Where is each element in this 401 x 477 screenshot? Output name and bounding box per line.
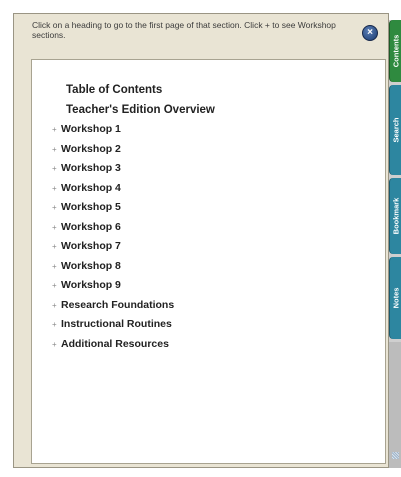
toc-item-additional-resources[interactable]: + Additional Resources	[52, 335, 215, 355]
toc-item-label[interactable]: Additional Resources	[61, 338, 169, 350]
toc-item-label[interactable]: Workshop 4	[61, 182, 121, 194]
toc-item-workshop-3[interactable]: + Workshop 3	[52, 159, 215, 179]
toc-item-label[interactable]: Workshop 3	[61, 162, 121, 174]
expand-plus-icon[interactable]: +	[52, 159, 61, 179]
toc-item-research-foundations[interactable]: + Research Foundations	[52, 296, 215, 316]
expand-plus-icon[interactable]: +	[52, 257, 61, 277]
expand-plus-icon[interactable]: +	[52, 140, 61, 160]
toc-item-workshop-9[interactable]: + Workshop 9	[52, 276, 215, 296]
expand-plus-icon[interactable]: +	[52, 237, 61, 257]
toc-list: Table of Contents Teacher's Edition Over…	[52, 81, 215, 354]
tab-label: Search	[391, 117, 401, 143]
expand-plus-icon[interactable]: +	[52, 335, 61, 355]
toc-item-workshop-7[interactable]: + Workshop 7	[52, 237, 215, 257]
tab-search[interactable]: Search	[389, 85, 401, 175]
tab-label: Contents	[391, 34, 401, 68]
toc-item-instructional-routines[interactable]: + Instructional Routines	[52, 315, 215, 335]
toc-item-workshop-5[interactable]: + Workshop 5	[52, 198, 215, 218]
close-icon: ×	[367, 27, 373, 38]
toc-item-workshop-6[interactable]: + Workshop 6	[52, 218, 215, 238]
side-tab-bar: Contents Search Bookmark Notes	[389, 20, 401, 468]
close-button[interactable]: ×	[362, 25, 378, 41]
toc-item-workshop-1[interactable]: + Workshop 1	[52, 120, 215, 140]
toc-item-label[interactable]: Workshop 5	[61, 201, 121, 213]
expand-plus-icon[interactable]: +	[52, 276, 61, 296]
tab-label: Bookmark	[391, 197, 401, 235]
toc-item-label[interactable]: Workshop 2	[61, 143, 121, 155]
tab-notes[interactable]: Notes	[389, 257, 401, 339]
toc-item-workshop-8[interactable]: + Workshop 8	[52, 257, 215, 277]
expand-plus-icon[interactable]: +	[52, 179, 61, 199]
tab-label: Notes	[391, 287, 401, 309]
toc-content-area: Table of Contents Teacher's Edition Over…	[31, 59, 386, 464]
expand-plus-icon[interactable]: +	[52, 198, 61, 218]
toc-item-label[interactable]: Research Foundations	[61, 299, 174, 311]
instruction-text: Click on a heading to go to the first pa…	[32, 20, 336, 40]
tab-contents[interactable]: Contents	[389, 20, 401, 82]
toc-item-label[interactable]: Workshop 6	[61, 221, 121, 233]
toc-item-label[interactable]: Instructional Routines	[61, 318, 172, 330]
toc-heading-table-of-contents[interactable]: Table of Contents	[52, 81, 215, 101]
tab-bar-background	[389, 342, 401, 468]
resize-grip[interactable]	[392, 452, 399, 459]
toc-item-workshop-4[interactable]: + Workshop 4	[52, 179, 215, 199]
toc-item-workshop-2[interactable]: + Workshop 2	[52, 140, 215, 160]
expand-plus-icon[interactable]: +	[52, 120, 61, 140]
toc-item-label[interactable]: Workshop 8	[61, 260, 121, 272]
toc-heading-teachers-edition-overview[interactable]: Teacher's Edition Overview	[52, 101, 215, 121]
expand-plus-icon[interactable]: +	[52, 296, 61, 316]
toc-item-label[interactable]: Workshop 7	[61, 240, 121, 252]
tab-bookmark[interactable]: Bookmark	[389, 178, 401, 254]
expand-plus-icon[interactable]: +	[52, 218, 61, 238]
toc-item-label[interactable]: Workshop 1	[61, 123, 121, 135]
toc-item-label[interactable]: Workshop 9	[61, 279, 121, 291]
expand-plus-icon[interactable]: +	[52, 315, 61, 335]
toc-panel: Click on a heading to go to the first pa…	[13, 13, 389, 468]
